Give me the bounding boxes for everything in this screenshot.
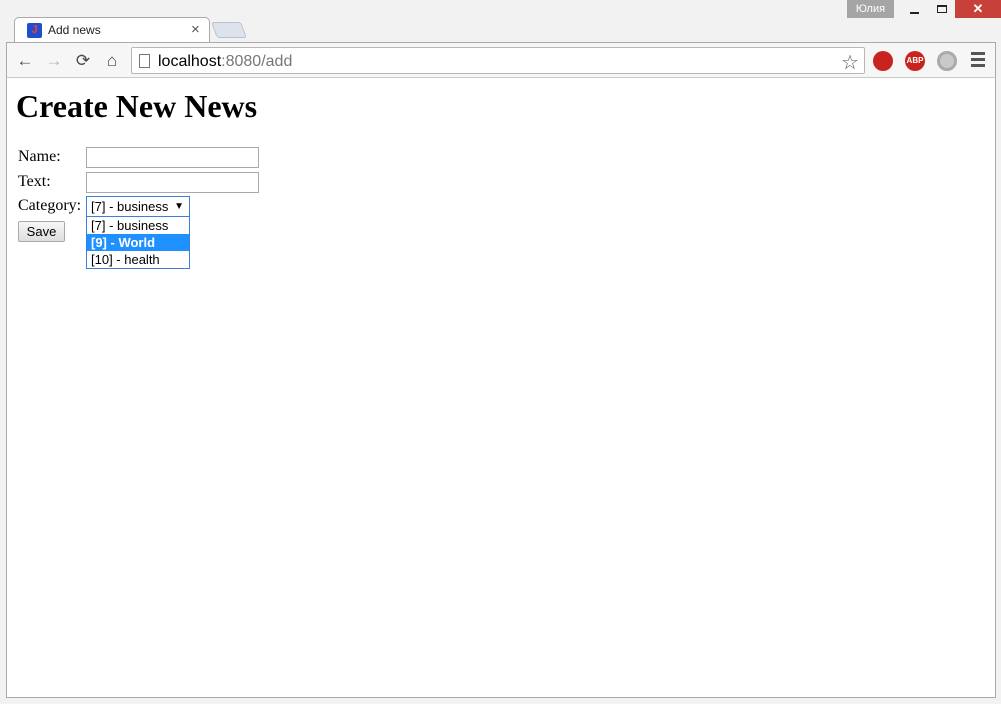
- dropdown-option[interactable]: [9] - World: [87, 234, 189, 251]
- page-content: Create New News Name: Text: Category: [7…: [6, 78, 996, 698]
- extension-icon[interactable]: [937, 51, 957, 71]
- category-select[interactable]: [7] - business ▼: [86, 196, 190, 217]
- address-bar[interactable]: localhost:8080/add ☆: [131, 47, 865, 74]
- url-host: localhost: [158, 53, 222, 70]
- bookmark-star-icon[interactable]: ☆: [841, 50, 859, 75]
- url-path: :8080/add: [221, 53, 293, 70]
- page-icon: [139, 54, 150, 68]
- dropdown-option[interactable]: [7] - business: [87, 217, 189, 234]
- maximize-button[interactable]: [928, 0, 956, 18]
- menu-icon[interactable]: [971, 52, 985, 68]
- browser-toolbar: ← → ⟳ ⌂ localhost:8080/add ☆ ABP: [6, 42, 996, 78]
- adblock-plus-extension-icon[interactable]: ABP: [905, 51, 925, 71]
- save-button[interactable]: Save: [18, 221, 65, 242]
- favicon-icon: J: [27, 23, 42, 38]
- browser-window: Юлия ✕ J Add news × ← → ⟳ ⌂ localhost:80…: [0, 0, 1001, 704]
- profile-badge[interactable]: Юлия: [847, 0, 894, 18]
- forward-arrow-icon[interactable]: →: [44, 51, 64, 71]
- category-label: Category:: [18, 197, 82, 214]
- text-input[interactable]: [86, 172, 259, 193]
- category-dropdown-list: [7] - business [9] - World [10] - health: [86, 216, 190, 269]
- text-label: Text:: [18, 173, 51, 190]
- maximize-icon: [937, 5, 947, 13]
- ublock-extension-icon[interactable]: [873, 51, 893, 71]
- dropdown-option[interactable]: [10] - health: [87, 251, 189, 268]
- home-icon[interactable]: ⌂: [102, 51, 122, 71]
- tab-title: Add news: [48, 23, 101, 37]
- close-icon: ✕: [972, 1, 984, 16]
- reload-icon[interactable]: ⟳: [73, 51, 93, 71]
- page-title: Create New News: [16, 88, 258, 124]
- title-bar: Юлия ✕ J Add news ×: [0, 0, 1001, 43]
- category-selected-value: [7] - business: [91, 199, 169, 214]
- tab-close-icon[interactable]: ×: [191, 21, 200, 38]
- name-label: Name:: [18, 148, 61, 165]
- new-tab-button[interactable]: [211, 22, 247, 38]
- minimize-icon: [909, 12, 919, 14]
- minimize-button[interactable]: [900, 0, 928, 18]
- back-arrow-icon[interactable]: ←: [15, 51, 35, 71]
- tab-add-news[interactable]: J Add news ×: [14, 17, 210, 43]
- close-window-button[interactable]: ✕: [955, 0, 1001, 18]
- name-input[interactable]: [86, 147, 259, 168]
- url-text: localhost:8080/add: [158, 53, 292, 71]
- dropdown-arrow-icon: ▼: [174, 201, 184, 212]
